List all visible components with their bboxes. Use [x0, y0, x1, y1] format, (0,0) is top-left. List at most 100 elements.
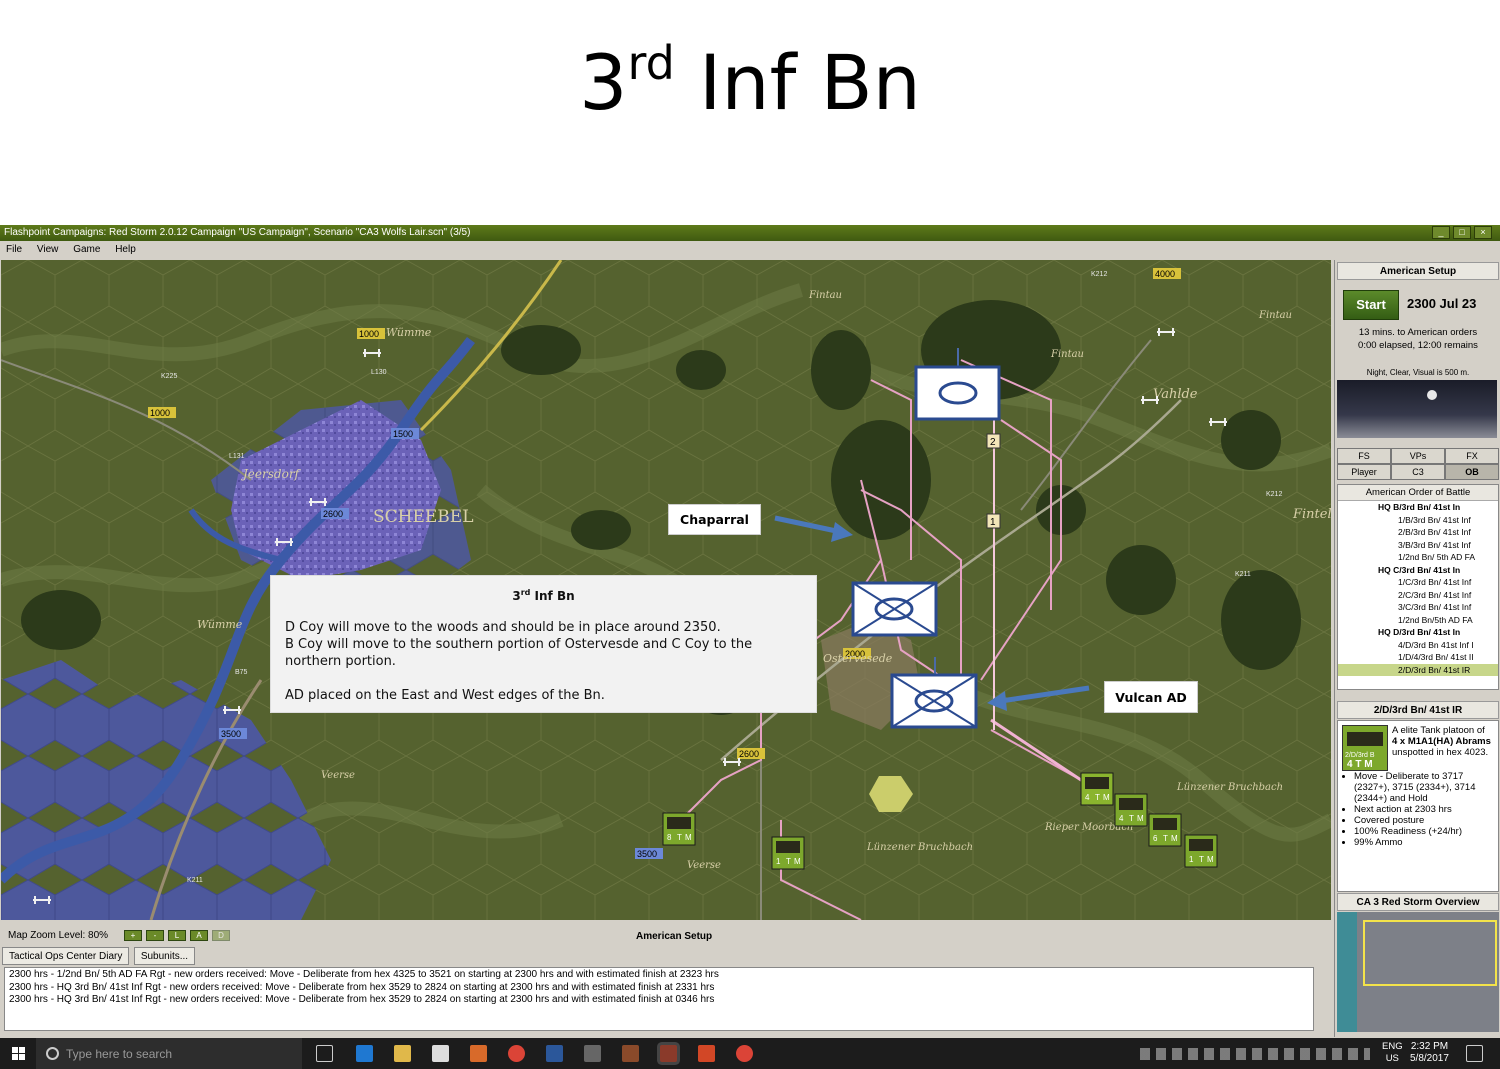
unit-counter-6[interactable]: 1 T M [771, 836, 805, 870]
minimize-button[interactable]: _ [1432, 226, 1450, 239]
app-icon[interactable] [470, 1045, 487, 1062]
unit-counter-2[interactable]: 4 T M [1114, 793, 1148, 827]
waypoint-1: 1 [990, 517, 996, 528]
tab-fs[interactable]: FS [1337, 448, 1391, 464]
game-datetime: 2300 Jul 23 [1407, 296, 1477, 311]
unit-counter-5[interactable]: 8 T M [662, 812, 696, 846]
svg-text:1: 1 [776, 857, 781, 866]
road-label-1: L130 [371, 369, 387, 376]
right-panel: American Setup Start 2300 Jul 23 13 mins… [1334, 260, 1500, 1037]
svg-text:T: T [786, 857, 791, 866]
minimap[interactable] [1337, 912, 1499, 1032]
elevation-8: 2600 [739, 749, 759, 759]
taskbar-search[interactable]: Type here to search [36, 1038, 302, 1069]
language-indicator[interactable]: ENG US [1382, 1041, 1403, 1065]
windows-start-icon[interactable] [12, 1047, 26, 1061]
minimap-viewport[interactable] [1363, 920, 1497, 986]
game-icon-2[interactable] [622, 1045, 639, 1062]
store-icon[interactable] [432, 1045, 449, 1062]
svg-text:T: T [677, 833, 682, 842]
system-tray-icons[interactable] [1140, 1048, 1370, 1060]
place-wumme-north: Wümme [386, 326, 432, 339]
annotation-line-2: B Coy will move to the southern portion … [285, 637, 753, 669]
menu-bar: File View Game Help [0, 241, 1500, 259]
start-button[interactable]: Start [1343, 290, 1399, 320]
zoom-a-button[interactable]: A [190, 930, 208, 941]
oob-item[interactable]: 1/D/4/3rd Bn/ 41st II [1338, 651, 1498, 664]
nato-unit-recon [914, 365, 1001, 421]
unit-counter-selected: 2/D/3rd B 4 T M [1342, 725, 1388, 771]
tab-c3[interactable]: C3 [1391, 464, 1445, 480]
chrome-icon-2[interactable] [736, 1045, 753, 1062]
notification-icon[interactable] [1466, 1045, 1483, 1062]
svg-text:M: M [685, 833, 692, 842]
file-explorer-icon[interactable] [394, 1045, 411, 1062]
clock[interactable]: 2:32 PM 5/8/2017 [1410, 1041, 1449, 1065]
oob-item[interactable]: 1/2nd Bn/ 5th AD FA [1338, 551, 1498, 564]
tab-player[interactable]: Player [1337, 464, 1391, 480]
window-titlebar: Flashpoint Campaigns: Red Storm 2.0.12 C… [0, 225, 1500, 241]
oob-item[interactable]: HQ B/3rd Bn/ 41st In [1338, 501, 1498, 514]
unit-status-item: Move - Deliberate to 3717 (2327+), 3715 … [1354, 771, 1494, 804]
svg-text:M: M [1137, 814, 1144, 823]
oob-item[interactable]: 4/D/3rd Bn 41st Inf I [1338, 639, 1498, 652]
unit-info: 2/D/3rd B 4 T M A elite Tank platoon of … [1337, 720, 1499, 892]
svg-text:8: 8 [667, 833, 672, 842]
zoom-in-button[interactable]: + [124, 930, 142, 941]
oob-item[interactable]: 3/B/3rd Bn/ 41st Inf [1338, 539, 1498, 552]
road-label-3: L131 [229, 453, 245, 460]
svg-text:M: M [1171, 834, 1178, 843]
menu-help[interactable]: Help [115, 244, 136, 255]
place-jeersdorf: Jeersdorf [240, 467, 302, 481]
chrome-icon[interactable] [508, 1045, 525, 1062]
svg-text:T: T [1095, 793, 1100, 802]
order-of-battle-list[interactable]: American Order of Battle HQ B/3rd Bn/ 41… [1337, 484, 1499, 690]
vulcan-callout: Vulcan AD [1104, 681, 1198, 713]
weather-info: Night, Clear, Visual is 500 m. [1366, 368, 1470, 377]
task-view-icon[interactable] [316, 1045, 333, 1062]
flashpoint-icon[interactable] [660, 1045, 677, 1062]
tab-diary[interactable]: Tactical Ops Center Diary [2, 947, 130, 965]
oob-item[interactable]: 2/B/3rd Bn/ 41st Inf [1338, 526, 1498, 539]
tab-fx[interactable]: FX [1445, 448, 1499, 464]
menu-view[interactable]: View [37, 244, 59, 255]
unit-status-item: Next action at 2303 hrs [1354, 804, 1494, 815]
powerpoint-icon[interactable] [698, 1045, 715, 1062]
menu-file[interactable]: File [6, 244, 22, 255]
game-icon[interactable] [584, 1045, 601, 1062]
place-lunzener-2: Lünzener Bruchbach [866, 842, 973, 853]
log-entry: 2300 hrs - HQ 3rd Bn/ 41st Inf Rgt - new… [9, 981, 715, 993]
edge-icon[interactable] [356, 1045, 373, 1062]
annotation-line-1: D Coy will move to the woods and should … [285, 620, 721, 635]
oob-item[interactable]: 3/C/3rd Bn/ 41st Inf [1338, 601, 1498, 614]
unit-counter-3[interactable]: 6 T M [1148, 813, 1182, 847]
oob-item-selected[interactable]: 2/D/3rd Bn/ 41st IR [1338, 663, 1498, 676]
word-icon[interactable] [546, 1045, 563, 1062]
place-vahlde: Vahlde [1153, 387, 1198, 402]
maximize-button[interactable]: □ [1453, 226, 1471, 239]
overview-title: CA 3 Red Storm Overview [1337, 893, 1499, 911]
close-button[interactable]: × [1474, 226, 1492, 239]
taskbar: Type here to search ENG US 2:32 PM 5/8/2… [0, 1038, 1500, 1069]
oob-item[interactable]: 1/B/3rd Bn/ 41st Inf [1338, 514, 1498, 527]
tab-ob[interactable]: OB [1445, 464, 1499, 480]
unit-counter-1[interactable]: 4 T M [1080, 772, 1114, 806]
oob-item[interactable]: 1/C/3rd Bn/ 41st Inf [1338, 576, 1498, 589]
elevation-6: 3500 [221, 729, 241, 739]
elevation-2: 1000 [150, 408, 170, 418]
zoom-out-button[interactable]: - [146, 930, 164, 941]
zoom-d-button[interactable]: D [212, 930, 230, 941]
unit-counter-4[interactable]: 1 T M [1184, 834, 1218, 868]
diary-log[interactable]: 2300 hrs - 1/2nd Bn/ 5th AD FA Rgt - new… [4, 967, 1314, 1031]
oob-item[interactable]: 1/2nd Bn/5th AD FA [1338, 614, 1498, 627]
tab-subunits[interactable]: Subunits... [133, 947, 196, 965]
oob-item[interactable]: HQ C/3rd Bn/ 41st In [1338, 564, 1498, 577]
zoom-l-button[interactable]: L [168, 930, 186, 941]
oob-item[interactable]: HQ D/3rd Bn/ 41st In [1338, 626, 1498, 639]
place-lunzener-1: Lünzener Bruchbach [1176, 782, 1283, 793]
place-fintel: Fintel [1292, 507, 1331, 522]
oob-item[interactable]: 2/C/3rd Bn/ 41st Inf [1338, 589, 1498, 602]
tab-vps[interactable]: VPs [1391, 448, 1445, 464]
road-label-2: K225 [161, 373, 177, 380]
menu-game[interactable]: Game [73, 244, 100, 255]
